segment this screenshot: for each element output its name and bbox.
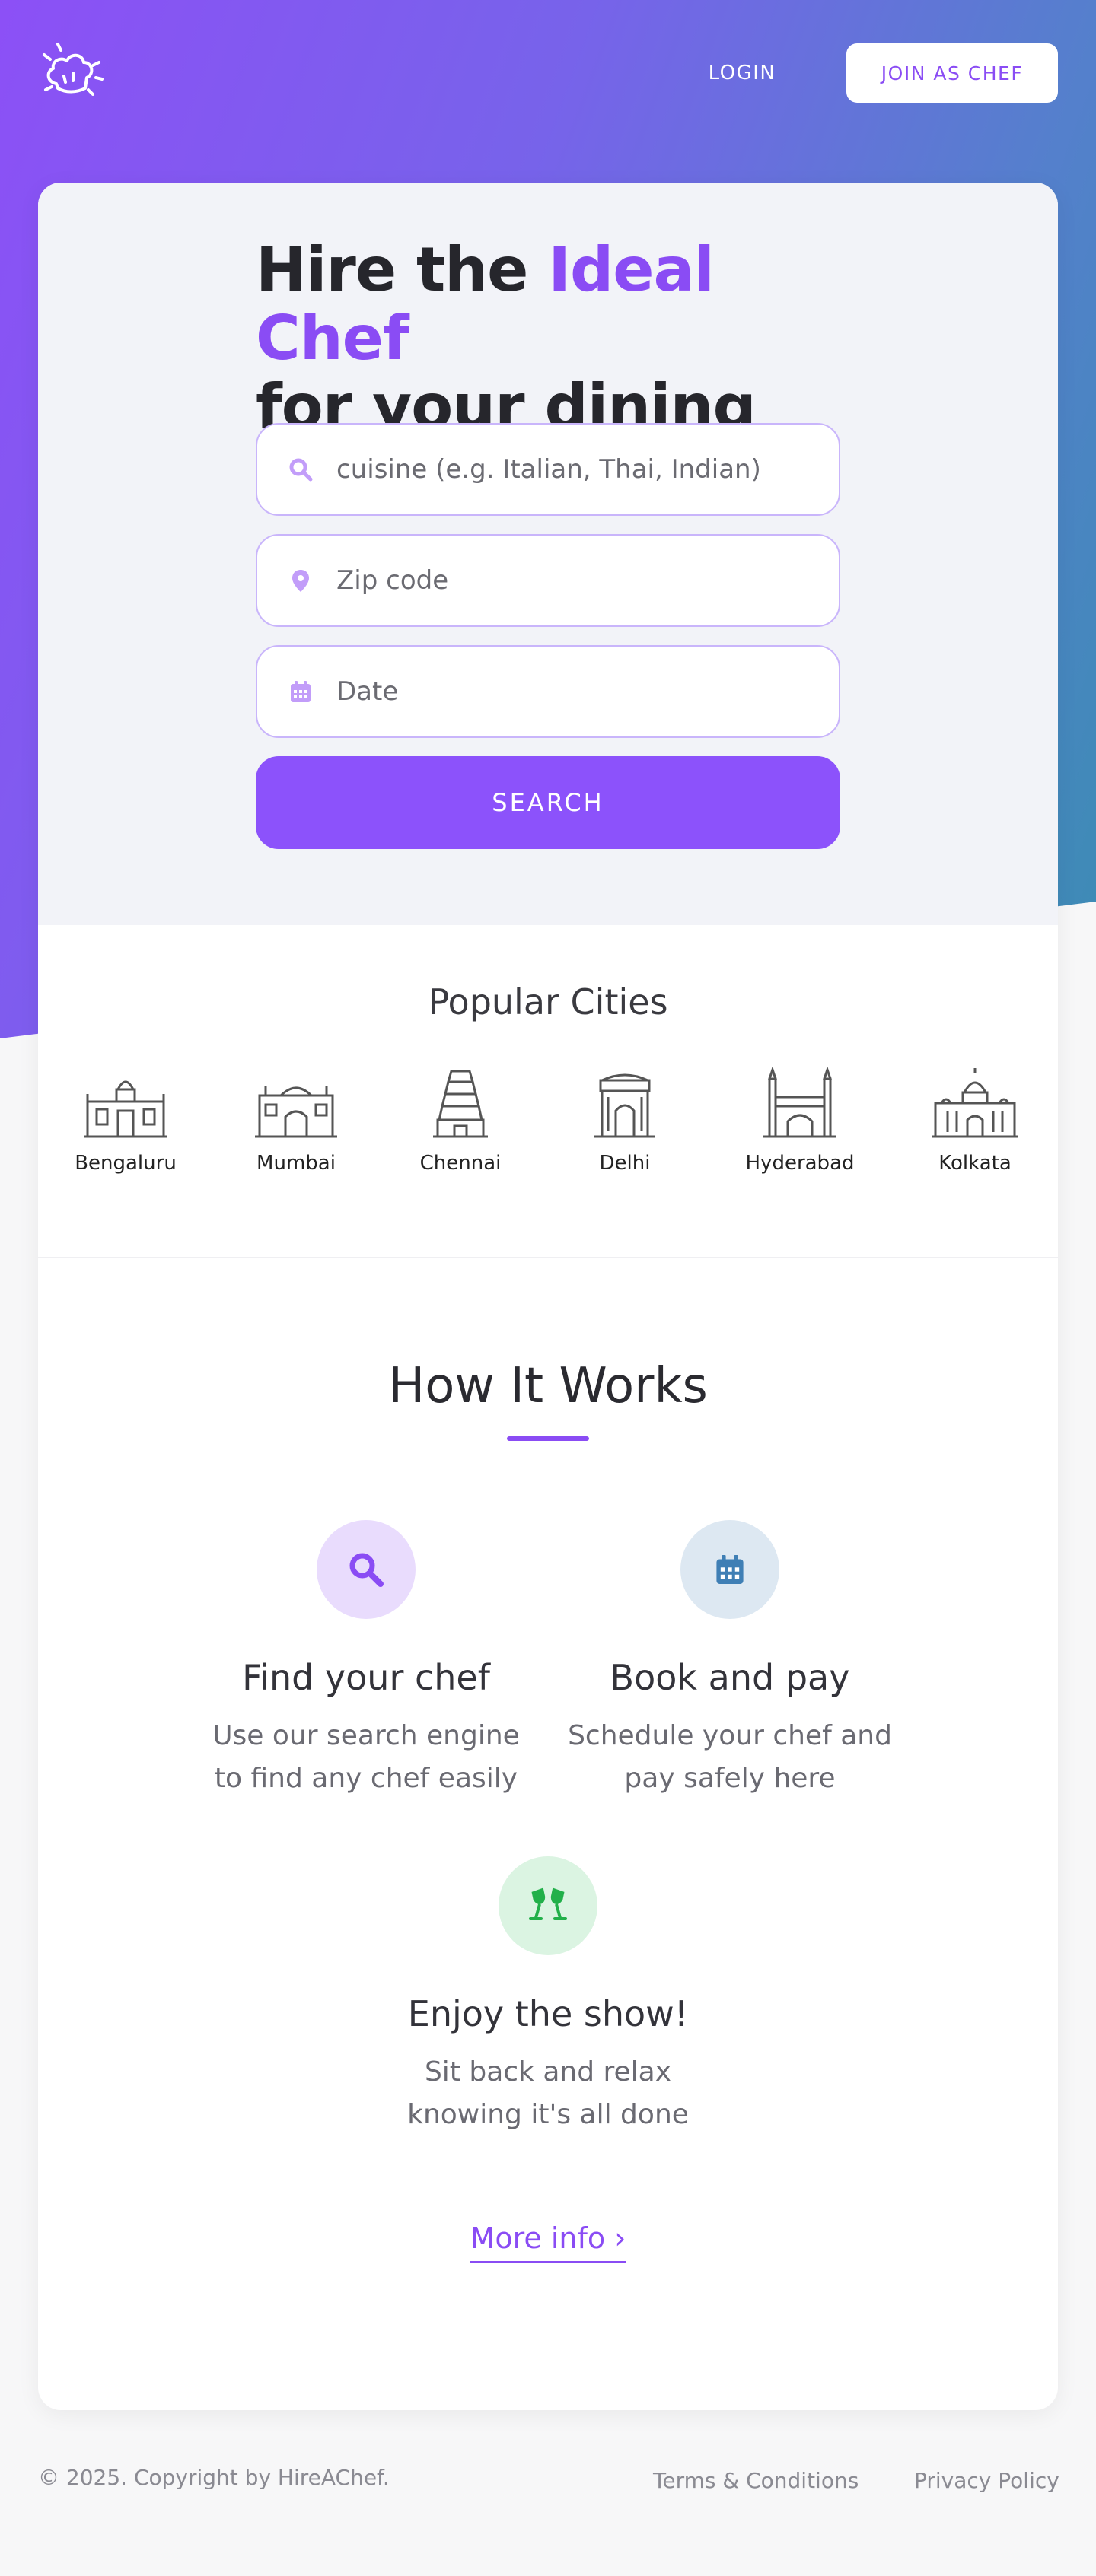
- popular-cities-title: Popular Cities: [428, 981, 668, 1022]
- step-desc-line: Use our search engine: [212, 1720, 520, 1751]
- mumbai-landmark-icon: [255, 1086, 337, 1138]
- more-info-link[interactable]: More info ›: [470, 2221, 626, 2263]
- step-desc-line: pay safely here: [624, 1763, 836, 1794]
- city-name: Hyderabad: [745, 1152, 855, 1175]
- city-name: Bengaluru: [75, 1152, 177, 1175]
- step-desc-line: Schedule your chef and: [568, 1720, 892, 1751]
- page-title: Hire the Ideal Chef for your dining: [256, 236, 880, 441]
- location-pin-icon: [288, 568, 314, 593]
- join-as-chef-button[interactable]: JOIN AS CHEF: [846, 43, 1058, 103]
- date-input[interactable]: [336, 676, 824, 707]
- city-kolkata[interactable]: Kolkata: [899, 1067, 1051, 1181]
- terms-link[interactable]: Terms & Conditions: [653, 2468, 859, 2493]
- header: LOGIN JOIN AS CHEF: [0, 0, 1096, 145]
- step-description: Use our search engine to find any chef e…: [191, 1715, 541, 1800]
- title-part1: Hire the: [256, 234, 549, 305]
- step-book-pay: Book and pay Schedule your chef and pay …: [555, 1520, 905, 1800]
- delhi-india-gate-icon: [594, 1073, 655, 1138]
- date-field[interactable]: [256, 645, 840, 738]
- hyderabad-charminar-icon: [763, 1067, 836, 1138]
- step-title: Enjoy the show!: [407, 1993, 689, 2034]
- how-it-works-title: How It Works: [388, 1358, 708, 1414]
- kolkata-victoria-memorial-icon: [932, 1068, 1018, 1138]
- city-bengaluru[interactable]: Bengaluru: [49, 1067, 202, 1181]
- city-name: Delhi: [599, 1152, 651, 1175]
- search-button[interactable]: SEARCH: [256, 756, 840, 849]
- city-mumbai[interactable]: Mumbai: [220, 1067, 372, 1181]
- cheers-icon: [499, 1856, 597, 1955]
- step-title: Find your chef: [242, 1657, 490, 1698]
- chef-hat-logo-icon[interactable]: [38, 40, 105, 107]
- step-find-chef: Find your chef Use our search engine to …: [191, 1520, 541, 1800]
- city-delhi[interactable]: Delhi: [549, 1067, 701, 1181]
- zip-input[interactable]: [336, 565, 824, 596]
- step-title: Book and pay: [610, 1657, 850, 1698]
- main-card: Hire the Ideal Chef for your dining SEAR…: [38, 183, 1058, 2410]
- step-desc-line: Sit back and relax: [424, 2056, 672, 2088]
- step-desc-line: knowing it's all done: [407, 2099, 689, 2130]
- step-enjoy-show: Enjoy the show! Sit back and relax knowi…: [373, 1856, 723, 2136]
- bengaluru-landmark-icon: [84, 1080, 167, 1138]
- city-chennai[interactable]: Chennai: [384, 1067, 537, 1181]
- section-divider: [38, 1257, 1058, 1258]
- cuisine-field[interactable]: [256, 423, 840, 516]
- privacy-link[interactable]: Privacy Policy: [914, 2468, 1059, 2493]
- search-panel: Hire the Ideal Chef for your dining SEAR…: [38, 183, 1058, 925]
- step-desc-line: to find any chef easily: [214, 1763, 518, 1794]
- search-icon: [317, 1520, 416, 1619]
- cuisine-input[interactable]: [336, 454, 824, 485]
- calendar-icon: [680, 1520, 779, 1619]
- step-description: Schedule your chef and pay safely here: [555, 1715, 905, 1800]
- city-hyderabad[interactable]: Hyderabad: [724, 1067, 876, 1181]
- chennai-temple-icon: [433, 1070, 488, 1138]
- step-description: Sit back and relax knowing it's all done: [373, 2051, 723, 2136]
- zip-field[interactable]: [256, 534, 840, 627]
- city-name: Chennai: [419, 1152, 502, 1175]
- login-button[interactable]: LOGIN: [685, 50, 799, 96]
- calendar-icon: [288, 679, 314, 704]
- city-name: Mumbai: [256, 1152, 336, 1175]
- more-info-container: More info ›: [38, 2221, 1058, 2263]
- search-icon: [288, 456, 314, 482]
- city-name: Kolkata: [938, 1152, 1012, 1175]
- title-underline: [507, 1436, 589, 1441]
- footer-copyright: © 2025. Copyright by HireAChef.: [38, 2465, 390, 2490]
